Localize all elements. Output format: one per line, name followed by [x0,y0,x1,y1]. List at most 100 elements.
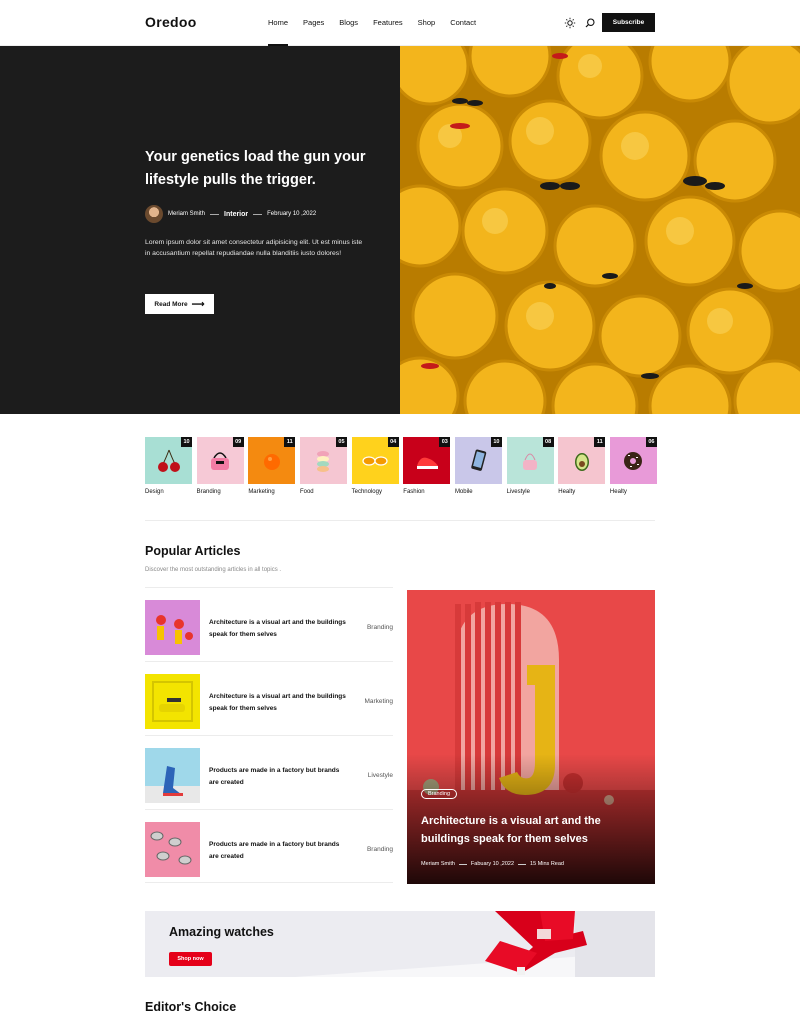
cherry-image: 10 [145,437,192,484]
article-category[interactable]: Branding [367,624,393,631]
category-count: 11 [594,437,606,447]
nav-shop[interactable]: Shop [412,0,442,46]
nav-features[interactable]: Features [367,0,409,46]
featured-author[interactable]: Meriam Smith [421,861,455,867]
shop-now-button[interactable]: Shop now [169,952,212,966]
category-label: Branding [196,489,221,495]
category-count: 06 [645,437,657,447]
article-thumbnail [145,822,200,877]
category-healty[interactable]: 11 Healty [558,437,606,495]
article-title[interactable]: Products are made in a factory but brand… [209,839,347,863]
popular-subtitle: Discover the most outstanding articles i… [145,567,282,573]
meta-divider [458,863,467,865]
article-thumbnail [145,674,200,729]
category-healty-2[interactable]: 06 Healty [609,437,657,495]
category-label: Design [145,489,164,495]
site-header: Oredoo Home Pages Blogs Features Shop Co… [0,0,800,46]
category-marketing[interactable]: 11 Marketing [248,437,296,495]
nav-pages[interactable]: Pages [297,0,330,46]
category-count: 03 [439,437,451,447]
hero-image[interactable] [400,46,800,414]
arrow-right-icon: ⟶ [191,298,205,309]
category-strip: 10 Design 09 Branding 11 Marketing 05 Fo… [145,437,657,495]
avocado-image: 11 [558,437,606,484]
meta-divider [253,213,263,215]
site-logo[interactable]: Oredoo [145,14,197,30]
category-count: 05 [335,437,347,447]
read-more-label: Read More [154,300,188,308]
category-mobile[interactable]: 10 Mobile [454,437,502,495]
category-design[interactable]: 10 Design [145,437,192,495]
category-count: 04 [387,437,399,447]
hero-meta: Meriam Smith Interior February 10 ,2022 [145,205,316,223]
category-label: Healty [609,489,627,495]
popular-title: Popular Articles [145,544,241,558]
hero-panel: Your genetics load the gun your lifestyl… [0,46,400,414]
featured-meta: Meriam Smith Fabuary 10 ,2022 15 Mins Re… [421,861,564,867]
article-thumbnail [145,748,200,803]
hero-title[interactable]: Your genetics load the gun your lifestyl… [145,146,385,192]
hero-category[interactable]: Interior [224,211,248,218]
theme-toggle-icon[interactable] [564,16,576,29]
category-count: 10 [181,437,192,447]
article-row[interactable]: Products are made in a factory but brand… [145,809,393,883]
handbag-image: 08 [506,437,554,484]
hero-author[interactable]: Meriam Smith [168,211,205,217]
article-category[interactable]: Marketing [364,698,393,705]
meta-divider [210,213,220,215]
nav-home[interactable]: Home [262,0,294,46]
macaron-image: 05 [299,437,347,484]
nav-contact[interactable]: Contact [444,0,482,46]
editors-choice-title: Editor's Choice [145,1000,237,1014]
article-list: Architecture is a visual art and the bui… [145,587,393,883]
promo-banner[interactable]: Amazing watches Shop now [145,911,655,977]
read-more-button[interactable]: Read More ⟶ [145,294,214,314]
featured-category-badge[interactable]: Branding [421,789,458,799]
sneaker-image: 03 [403,437,451,484]
category-count: 10 [490,437,502,447]
orange-image: 11 [248,437,296,484]
nav-blogs[interactable]: Blogs [333,0,364,46]
article-title[interactable]: Architecture is a visual art and the bui… [209,691,347,715]
donut-image: 06 [609,437,657,484]
category-label: Livestyle [506,489,530,495]
article-title[interactable]: Products are made in a factory but brand… [209,765,347,789]
article-category[interactable]: Branding [367,846,393,853]
category-food[interactable]: 05 Food [299,437,347,495]
search-icon[interactable] [584,16,596,28]
section-divider [145,520,655,521]
banner-title: Amazing watches [169,925,274,939]
category-count: 08 [542,437,554,447]
article-row[interactable]: Architecture is a visual art and the bui… [145,587,393,661]
featured-read-time: 15 Mins Read [530,861,564,867]
phone-image: 10 [454,437,502,484]
author-avatar [145,205,163,223]
featured-article[interactable]: Branding Architecture is a visual art an… [407,590,655,884]
category-label: Food [299,489,314,495]
category-count: 09 [232,437,244,447]
category-label: Technology [351,489,382,495]
article-row[interactable]: Architecture is a visual art and the bui… [145,661,393,735]
article-category[interactable]: Livestyle [368,772,393,779]
category-fashion[interactable]: 03 Fashion [403,437,451,495]
article-title[interactable]: Architecture is a visual art and the bui… [209,617,347,641]
bag-image: 09 [196,437,244,484]
meta-divider [518,863,527,865]
category-label: Marketing [248,489,275,495]
category-label: Healty [558,489,576,495]
featured-date: Fabuary 10 ,2022 [470,861,515,867]
featured-title[interactable]: Architecture is a visual art and the bui… [421,812,641,848]
category-count: 11 [284,437,296,447]
hero-description: Lorem ipsum dolor sit amet consectetur a… [145,239,363,257]
subscribe-button[interactable]: Subscribe [602,13,655,32]
category-label: Fashion [403,489,425,495]
hero-date: February 10 ,2022 [267,211,317,217]
article-thumbnail [145,600,200,655]
category-technology[interactable]: 04 Technology [351,437,399,495]
main-nav: Home Pages Blogs Features Shop Contact [262,0,485,46]
category-label: Mobile [454,489,473,495]
article-row[interactable]: Products are made in a factory but brand… [145,735,393,809]
category-branding[interactable]: 09 Branding [196,437,244,495]
sunglasses-image: 04 [351,437,399,484]
category-livestyle[interactable]: 08 Livestyle [506,437,554,495]
